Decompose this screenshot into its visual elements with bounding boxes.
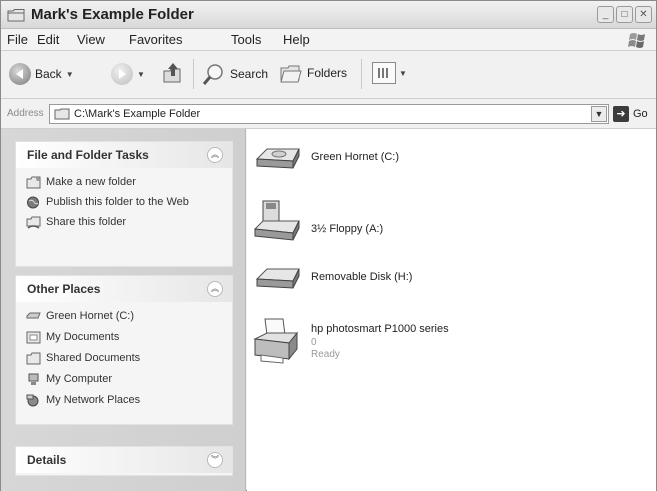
item-label: 3½ Floppy (A:) [311,223,384,235]
toolbar: Back ▼ ▼ Search Folders ▼ [1,51,656,99]
address-field[interactable]: C:\Mark's Example Folder ▼ [49,104,609,124]
item-label: Removable Disk (H:) [311,271,413,283]
item-printer[interactable]: hp photosmart P1000 series 0 Ready [253,315,643,375]
place-my-network-places[interactable]: My Network Places [26,394,226,407]
shared-folder-icon [26,352,41,365]
back-arrow-icon [9,63,31,85]
toolbar-separator [193,59,194,89]
place-label: Green Hornet (C:) [46,310,135,322]
other-places-panel: Other Places ︽ Green Hornet (C:) My Docu… [15,275,233,425]
hard-drive-icon [255,148,300,169]
item-label: hp photosmart P1000 series [311,323,449,335]
place-green-hornet[interactable]: Green Hornet (C:) [26,310,226,323]
place-label: Shared Documents [46,352,141,364]
place-label: My Documents [46,331,120,343]
maximize-button[interactable]: □ [616,6,633,23]
drive-icon [26,312,41,319]
panel-title: Details [27,453,67,467]
folders-label: Folders [307,66,348,80]
item-removable-disk[interactable]: Removable Disk (H:) [253,261,643,305]
panel-header[interactable]: Other Places ︽ [16,276,232,302]
views-dropdown-icon[interactable]: ▼ [399,69,407,78]
window-controls: _ □ ✕ [597,6,652,23]
views-icon [372,62,396,84]
address-dropdown-icon[interactable]: ▼ [591,106,607,122]
item-document-count: 0 [311,337,317,348]
menu-bar: File Edit View Favorites Tools Help [1,29,656,51]
network-icon [26,394,39,407]
panel-title: Other Places [27,282,101,296]
share-folder-icon [26,216,41,229]
search-label: Search [230,67,269,81]
item-green-hornet-drive[interactable]: Green Hornet (C:) [253,137,643,181]
printer-icon [253,318,299,364]
task-publish-to-web[interactable]: Publish this folder to the Web [26,196,226,209]
globe-icon [27,196,39,209]
place-shared-documents[interactable]: Shared Documents [26,352,226,365]
go-button[interactable]: Go [633,108,648,120]
search-button[interactable]: Search [202,62,268,86]
expand-chevron-icon[interactable]: ︾ [207,452,223,468]
explorer-window: Mark's Example Folder _ □ ✕ File Edit Vi… [0,0,657,491]
place-my-documents[interactable]: My Documents [26,331,226,344]
address-value: C:\Mark's Example Folder [74,108,201,120]
address-bar: Address C:\Mark's Example Folder ▼ ➜ Go [1,99,656,129]
views-button[interactable]: ▼ [372,62,407,84]
place-label: My Computer [46,373,113,385]
menu-file[interactable]: File [7,32,28,47]
close-button[interactable]: ✕ [635,6,652,23]
search-icon [202,64,223,85]
toolbar-separator [361,59,362,89]
folder-icon [54,108,70,120]
removable-disk-icon [255,268,300,289]
content-pane: Green Hornet (C:) 3½ Floppy (A:) Removab… [247,129,656,491]
menu-view[interactable]: View [77,32,105,47]
back-button[interactable]: Back ▼ [9,63,74,85]
task-label: Publish this folder to the Web [46,196,189,208]
item-floppy-drive[interactable]: 3½ Floppy (A:) [253,199,643,243]
details-panel: Details ︾ [15,446,233,476]
task-pane: File and Folder Tasks ︽ Make a new folde… [1,129,246,491]
forward-arrow-icon [111,63,133,85]
window-title: Mark's Example Folder [31,6,194,23]
minimize-button[interactable]: _ [597,6,614,23]
file-folder-tasks-panel: File and Folder Tasks ︽ Make a new folde… [15,141,233,267]
folders-icon [280,65,302,83]
place-my-computer[interactable]: My Computer [26,373,226,386]
back-label: Back [35,67,62,81]
folders-button[interactable]: Folders [279,62,347,84]
floppy-drive-icon [253,200,300,241]
windows-flag-icon [628,33,645,48]
address-label: Address [7,108,44,119]
collapse-chevron-icon[interactable]: ︽ [207,281,223,297]
place-label: My Network Places [46,394,141,406]
menu-edit[interactable]: Edit [37,32,59,47]
new-folder-icon [26,176,41,189]
item-status: Ready [311,349,340,360]
folder-icon [7,9,25,22]
computer-icon [28,373,39,385]
task-make-new-folder[interactable]: Make a new folder [26,176,226,189]
menu-tools[interactable]: Tools [231,32,261,47]
forward-dropdown-icon[interactable]: ▼ [137,70,145,79]
item-label: Green Hornet (C:) [311,151,400,163]
menu-favorites[interactable]: Favorites [129,32,182,47]
title-bar[interactable]: Mark's Example Folder _ □ ✕ [1,1,656,29]
go-arrow-icon[interactable]: ➜ [613,106,629,122]
task-label: Share this folder [46,216,127,228]
menu-help[interactable]: Help [283,32,310,47]
panel-header[interactable]: File and Folder Tasks ︽ [16,142,232,168]
forward-button[interactable]: ▼ [111,63,145,85]
up-folder-icon[interactable] [161,61,183,85]
documents-icon [26,331,41,344]
task-label: Make a new folder [46,176,136,188]
collapse-chevron-icon[interactable]: ︽ [207,147,223,163]
panel-header[interactable]: Details ︾ [16,447,232,473]
back-dropdown-icon[interactable]: ▼ [66,70,74,79]
panel-title: File and Folder Tasks [27,148,149,162]
task-share-folder[interactable]: Share this folder [26,216,226,229]
